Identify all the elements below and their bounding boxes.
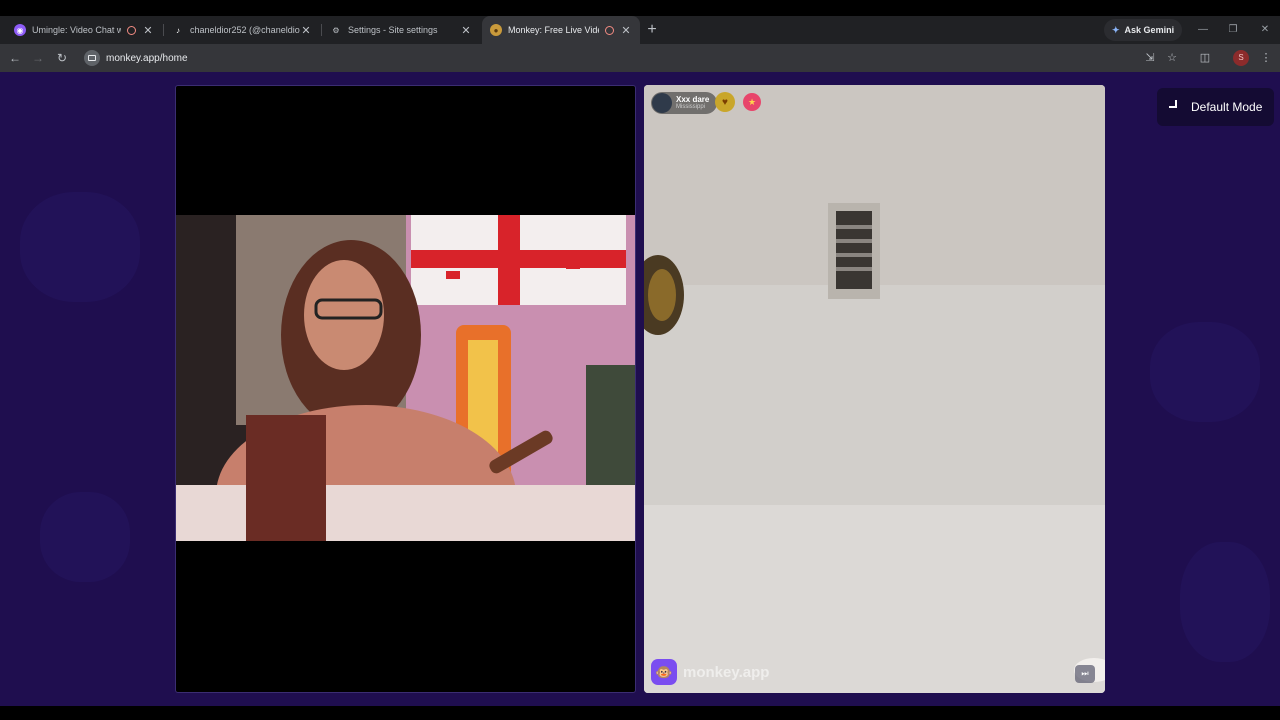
monkey-icon: ● — [490, 24, 502, 36]
url-text[interactable]: monkey.app/home — [106, 53, 188, 64]
tab-tiktok[interactable]: ♪ chaneldior252 (@chaneldior25... ✕ — [164, 16, 320, 44]
partner-name: Xxx dare — [676, 95, 710, 104]
background-pattern — [1150, 322, 1260, 422]
umingle-icon: ◉ — [14, 24, 26, 36]
minimize-icon[interactable]: — — [1188, 16, 1218, 44]
heart-icon[interactable]: ♥ — [715, 92, 735, 112]
close-icon[interactable]: ✕ — [300, 24, 312, 37]
monkey-watermark: 🐵 monkey.app — [651, 659, 769, 685]
monkey-page: Xxx dare Mississippi ♥ ★ 🐵 monkey.app ⏭ … — [0, 72, 1280, 706]
tab-monkey[interactable]: ● Monkey: Free Live Video Ch ✕ — [482, 16, 640, 44]
window-close-icon[interactable]: ✕ — [1250, 16, 1280, 44]
mode-button-label: Default Mode — [1191, 100, 1263, 114]
tab-settings[interactable]: ⚙ Settings - Site settings ✕ — [322, 16, 480, 44]
close-icon[interactable]: ✕ — [142, 24, 154, 37]
side-panel-icon[interactable]: ◫ — [1195, 44, 1215, 72]
close-icon[interactable]: ✕ — [620, 24, 632, 37]
ask-gemini-button[interactable]: ✦ Ask Gemini — [1104, 19, 1183, 41]
ask-gemini-label: Ask Gemini — [1124, 25, 1175, 35]
gear-icon: ⚙ — [332, 25, 340, 35]
tab-strip: ◉ Umingle: Video Chat with S ✕ ♪ chaneld… — [0, 16, 1280, 44]
back-icon[interactable]: ← — [5, 44, 25, 72]
site-info-icon[interactable] — [84, 50, 100, 66]
tab-title: Settings - Site settings — [348, 25, 438, 35]
self-video-feed — [176, 215, 635, 541]
self-video-frame — [176, 215, 635, 541]
tiktok-icon: ♪ — [176, 25, 180, 35]
self-video-panel — [175, 85, 636, 693]
tab-umingle[interactable]: ◉ Umingle: Video Chat with S ✕ — [6, 16, 162, 44]
gift-icon[interactable]: ★ — [743, 93, 761, 111]
tab-title: chaneldior252 (@chaneldior25... — [190, 25, 300, 35]
partner-profile-chip[interactable]: Xxx dare Mississippi — [651, 92, 718, 114]
default-mode-button[interactable]: Default Mode — [1157, 88, 1275, 126]
minimize-mode-icon — [1169, 100, 1183, 114]
address-bar[interactable]: monkey.app/home — [80, 47, 1136, 69]
background-pattern — [1180, 542, 1270, 662]
gemini-icon: ✦ — [1112, 24, 1120, 35]
profile-avatar[interactable]: S — [1233, 50, 1249, 66]
restore-icon[interactable]: ❐ — [1218, 16, 1248, 44]
recording-icon — [605, 25, 614, 35]
bookmark-star-icon[interactable]: ☆ — [1162, 44, 1182, 72]
install-app-icon[interactable]: ⇲ — [1140, 44, 1160, 72]
reload-icon[interactable]: ↻ — [52, 44, 72, 72]
background-pattern — [40, 492, 130, 582]
recording-icon — [127, 25, 136, 35]
skip-next-icon[interactable]: ⏭ — [1075, 665, 1095, 683]
partner-video-feed — [644, 85, 1105, 693]
close-icon[interactable]: ✕ — [460, 24, 472, 37]
avatar — [652, 93, 672, 113]
forward-icon[interactable]: → — [28, 44, 48, 72]
screen-top-bar — [0, 0, 1280, 16]
tab-title: Umingle: Video Chat with S — [32, 25, 121, 35]
partner-video-panel: Xxx dare Mississippi ♥ ★ 🐵 monkey.app ⏭ — [644, 85, 1105, 693]
tab-title: Monkey: Free Live Video Ch — [508, 25, 599, 35]
browser-toolbar: ← → ↻ monkey.app/home ⇲ ☆ ◫ ⋮ — [0, 44, 1280, 72]
background-pattern — [20, 192, 140, 302]
screen-bottom-bar — [0, 706, 1280, 720]
new-tab-button[interactable]: + — [644, 16, 660, 44]
partner-location: Mississippi — [676, 104, 706, 110]
monkey-logo-icon: 🐵 — [651, 659, 677, 685]
brand-text: monkey.app — [683, 663, 770, 681]
menu-kebab-icon[interactable]: ⋮ — [1256, 44, 1276, 72]
